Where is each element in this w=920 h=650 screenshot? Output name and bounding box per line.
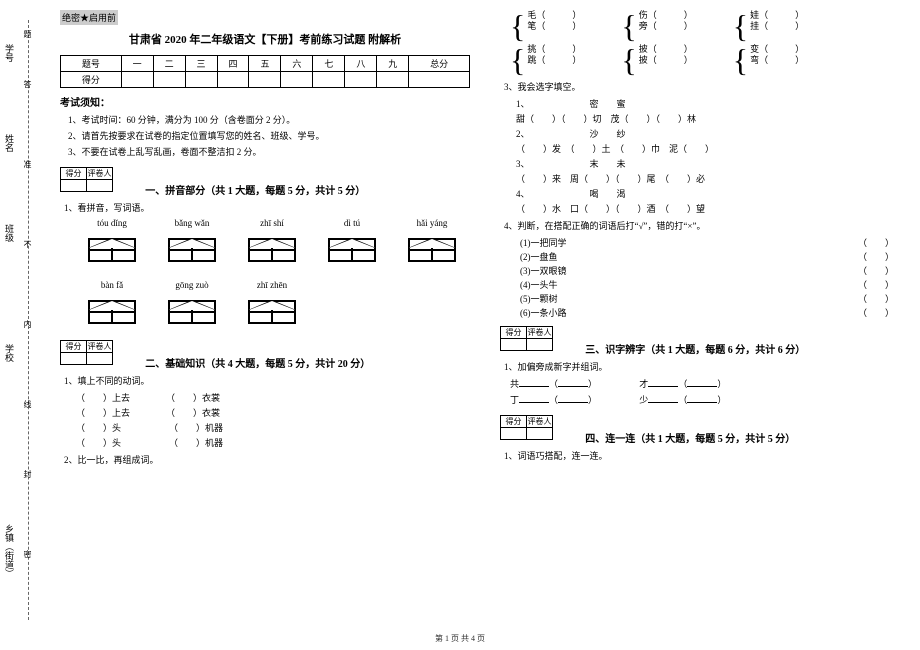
th: 五: [249, 56, 281, 72]
score-mini-box: 得分评卷人: [60, 167, 113, 192]
th: 一: [121, 56, 153, 72]
radical-row: 共（） 才（）: [510, 377, 910, 390]
pinyin-item: bǎng wǎn: [160, 218, 224, 272]
char-line: （ ）发 （ ）土 （ ）巾 泥（ ）: [516, 142, 910, 155]
pinyin-item: zhī shí: [240, 218, 304, 272]
section-4-title: 四、连一连（共 1 大题，每题 5 分，共计 5 分）: [585, 430, 795, 445]
char-choice: 4、喝 渴: [516, 187, 910, 200]
marker: 内: [22, 320, 33, 334]
char-choice: 2、沙 纱: [516, 127, 910, 140]
notice-item: 3、不要在试卷上乱写乱画，卷面不整洁扣 2 分。: [68, 145, 470, 158]
section-3-title: 三、识字辨字（共 1 大题，每题 6 分，共计 6 分）: [585, 341, 805, 356]
brace-row: {挑（ ）跳（ ） {披（ ）披（ ） {变（ ）弯（ ）: [500, 44, 910, 76]
th: 二: [153, 56, 185, 72]
judge-item: (1)一把同学（ ）: [520, 236, 894, 249]
th: 三: [185, 56, 217, 72]
th: 八: [345, 56, 377, 72]
judge-item: (4)一头牛（ ）: [520, 278, 894, 291]
th: 七: [313, 56, 345, 72]
section-1-title: 一、拼音部分（共 1 大题，每题 5 分，共计 5 分）: [145, 182, 365, 197]
char-choice: 3、末 未: [516, 157, 910, 170]
marker: 题: [22, 30, 33, 44]
judge-item: (5)一颗树（ ）: [520, 292, 894, 305]
pinyin-item: gōng zuò: [160, 280, 224, 334]
marker: 线: [22, 400, 33, 414]
field-name: 姓名: [2, 130, 17, 156]
pinyin-grid: tóu dǐng bǎng wǎn zhī shí dì tú hǎi yáng…: [80, 218, 470, 334]
char-choice: 1、密 蜜: [516, 97, 910, 110]
th: 题号: [61, 56, 122, 72]
right-column: {毛（ ）笔（ ） {伤（ ）旁（ ） {娃（ ）挂（ ） {挑（ ）跳（ ） …: [500, 10, 910, 650]
char-line: 甜（ ）（ ）切 茂（ ）（ ）林: [516, 112, 910, 125]
char-line: （ ）来 周（ ）（ ）尾 （ ）必: [516, 172, 910, 185]
left-column: 绝密★启用前 甘肃省 2020 年二年级语文【下册】考前练习试题 附解析 题号 …: [60, 10, 470, 650]
pinyin-item: zhī zhēn: [240, 280, 304, 334]
q2-2-stem: 2、比一比，再组成词。: [64, 453, 470, 466]
secret-label: 绝密★启用前: [60, 10, 118, 25]
char-line: （ ）水 口（ ）（ ）酒 （ ）望: [516, 202, 910, 215]
section-2-title: 二、基础知识（共 4 大题，每题 5 分，共计 20 分）: [145, 355, 370, 370]
marker: 不: [22, 240, 33, 254]
marker: 密: [22, 550, 33, 564]
judge-item: (6)一条小路（ ）: [520, 306, 894, 319]
field-town: 乡镇（街道）: [2, 520, 17, 582]
marker: 封: [22, 470, 33, 484]
radical-row: 丁（） 少（）: [510, 393, 910, 406]
field-class: 班级: [2, 220, 17, 246]
page-footer: 第 1 页 共 4 页: [0, 633, 920, 644]
q2-1-stem: 1、填上不同的动词。: [64, 374, 470, 387]
q4-1-stem: 1、词语巧搭配，连一连。: [504, 449, 910, 462]
row-label: 得分: [61, 72, 122, 88]
verb-row: （ ）上去（ ）衣裳: [76, 391, 470, 404]
brace-row: {毛（ ）笔（ ） {伤（ ）旁（ ） {娃（ ）挂（ ）: [500, 10, 910, 42]
exam-title: 甘肃省 2020 年二年级语文【下册】考前练习试题 附解析: [60, 31, 470, 47]
field-student-id: 学号: [2, 40, 17, 66]
judge-item: (2)一盘鱼（ ）: [520, 250, 894, 263]
judge-item: (3)一双眼镜（ ）: [520, 264, 894, 277]
th: 六: [281, 56, 313, 72]
pinyin-item: dì tú: [320, 218, 384, 272]
pinyin-item: hǎi yáng: [400, 218, 464, 272]
notice-title: 考试须知：: [60, 94, 470, 109]
q1-stem: 1、看拼音，写词语。: [64, 201, 470, 214]
score-table: 题号 一 二 三 四 五 六 七 八 九 总分 得分: [60, 55, 470, 88]
score-mini-box: 得分评卷人: [60, 340, 113, 365]
th: 四: [217, 56, 249, 72]
verb-row: （ ）上去（ ）衣裳: [76, 406, 470, 419]
q2-4-stem: 4、判断，在搭配正确的词语后打“√”，错的打“×”。: [504, 219, 910, 232]
pinyin-item: tóu dǐng: [80, 218, 144, 272]
th: 九: [377, 56, 409, 72]
pinyin-item: bàn fǎ: [80, 280, 144, 334]
th: 总分: [409, 56, 470, 72]
score-mini-box: 得分评卷人: [500, 415, 553, 440]
marker: 答: [22, 80, 33, 94]
field-school: 学校: [2, 340, 17, 366]
notice-item: 2、请首先按要求在试卷的指定位置填写您的姓名、班级、学号。: [68, 129, 470, 142]
verb-row: （ ）头（ ）机器: [76, 436, 470, 449]
verb-row: （ ）头（ ）机器: [76, 421, 470, 434]
q3-1-stem: 1、加偏旁成新字并组词。: [504, 360, 910, 373]
marker: 准: [22, 160, 33, 174]
binding-sidebar: 题 学号 答 姓名 准 班级 不 内 学校 线 封 乡镇（街道） 密: [0, 0, 50, 650]
notice-item: 1、考试时间：60 分钟，满分为 100 分（含卷面分 2 分）。: [68, 113, 470, 126]
q2-3-stem: 3、我会选字填空。: [504, 80, 910, 93]
score-mini-box: 得分评卷人: [500, 326, 553, 351]
